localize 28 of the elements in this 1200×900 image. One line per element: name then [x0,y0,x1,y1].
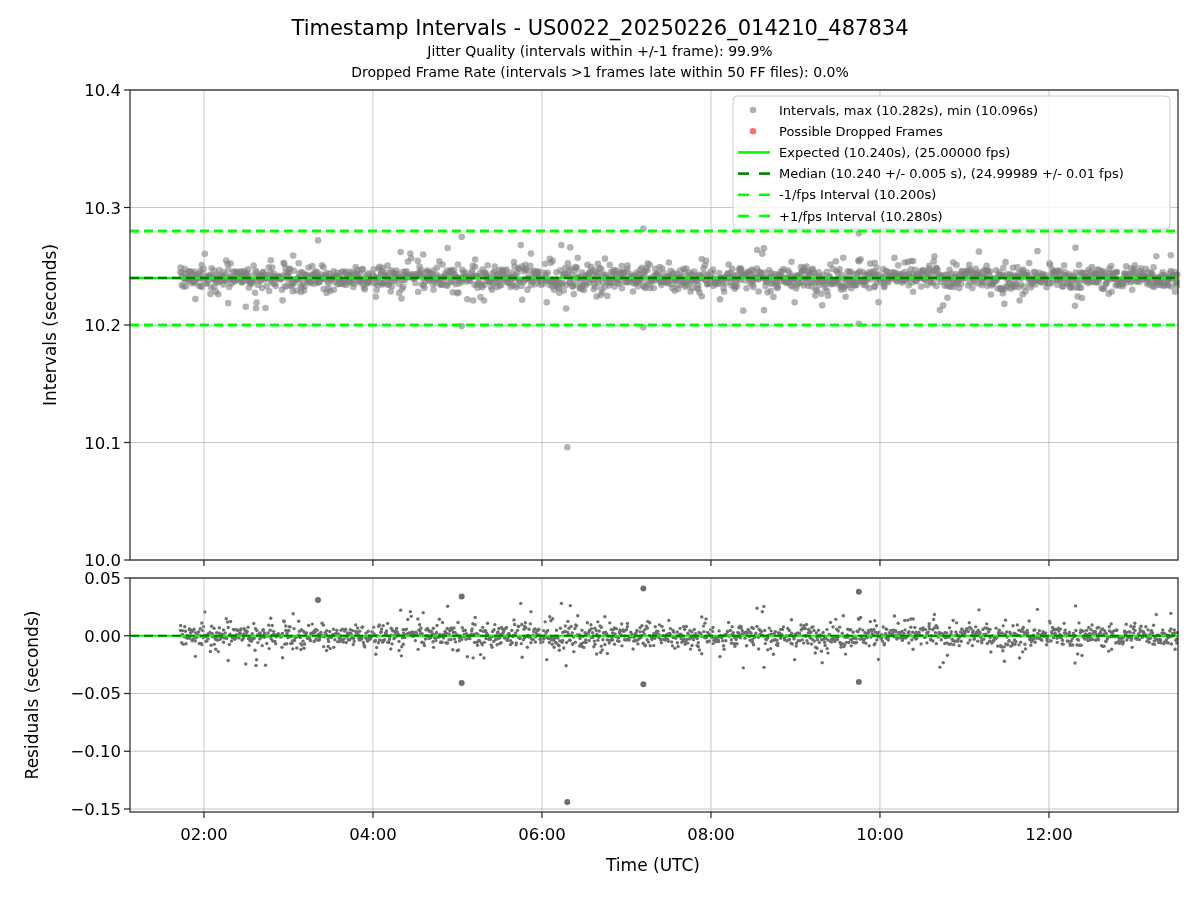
tick-label: −0.05 [70,684,121,704]
chart-subtitle: Jitter Quality (intervals within +/-1 frame): 99.9% [427,42,773,61]
tick-label: 06:00 [518,825,566,844]
tick-label: 0.05 [84,569,121,588]
tick-label: 04:00 [349,825,397,844]
chart-subtitle: Dropped Frame Rate (intervals >1 frames late within 50 FF files): 0.0% [351,63,849,82]
legend-label: Possible Dropped Frames [779,123,943,139]
axis-title: Time (UTC) [606,855,700,875]
legend-label: +1/fps Interval (10.280s) [779,208,943,224]
legend-label: Median (10.240 +/- 0.005 s), (24.99989 +/- 0.01 fps) [779,166,1124,182]
tick-label: 08:00 [687,825,735,844]
tick-label: 0.00 [84,626,121,646]
legend-label: Intervals, max (10.282s), min (10.096s) [779,102,1038,118]
chart-title: Timestamp Intervals - US0022_20250226_014210_487834 [291,15,909,41]
tick-label: 10.1 [84,433,121,453]
tick-label: 10.0 [84,551,121,570]
tick-label: 10:00 [856,825,904,844]
tick-label: 10.4 [84,81,121,100]
tick-label: −0.10 [70,742,121,762]
tick-label: 02:00 [180,825,228,844]
tick-label: 10.3 [84,198,121,218]
tick-label: −0.15 [70,800,121,819]
legend-label: -1/fps Interval (10.200s) [779,187,937,203]
legend-label: Expected (10.240s), (25.00000 fps) [779,144,1011,160]
tick-label: 12:00 [1025,825,1073,844]
axis-title: Intervals (seconds) [40,243,60,407]
axis-title: Residuals (seconds) [22,610,42,780]
tick-label: 10.2 [84,316,121,335]
